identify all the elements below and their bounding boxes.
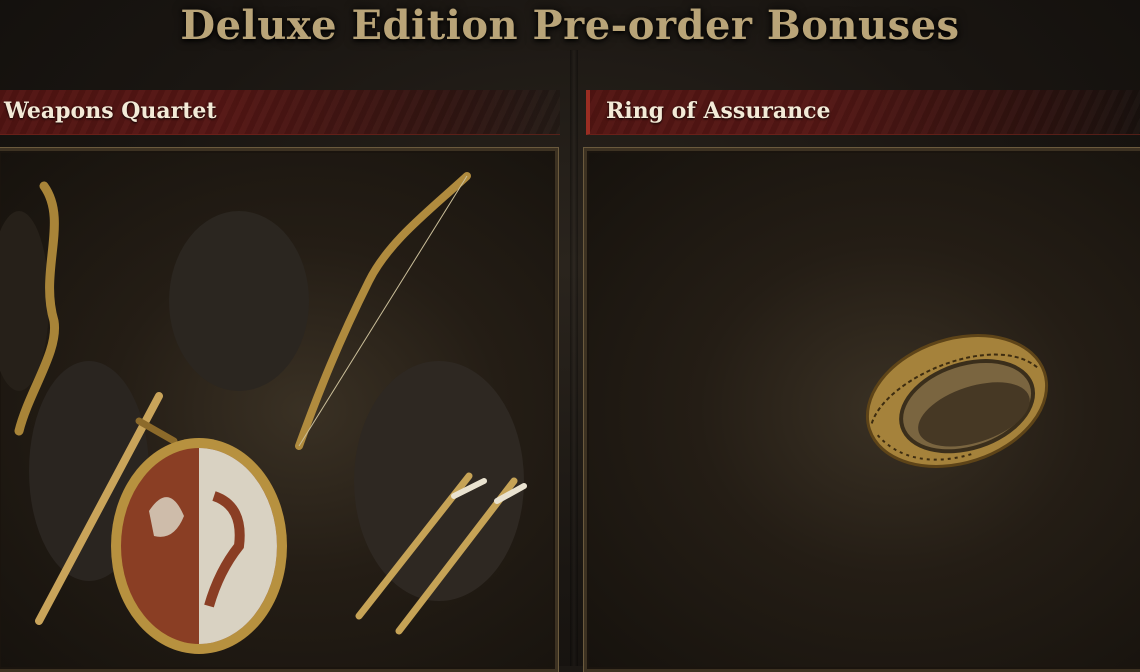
section-banner-ring: Ring of Assurance bbox=[586, 90, 1140, 135]
weapons-illustration bbox=[0, 172, 527, 654]
section-banner-weapons: Weapons Quartet bbox=[0, 90, 560, 135]
ring-of-assurance-image bbox=[584, 148, 1140, 672]
ring-item bbox=[865, 334, 1049, 468]
panel-divider bbox=[570, 50, 578, 666]
shield-weapon bbox=[111, 438, 287, 654]
section-label-weapons: Weapons Quartet bbox=[4, 98, 217, 124]
warrior-figure bbox=[354, 361, 524, 601]
page-title: Deluxe Edition Pre-order Bonuses bbox=[180, 2, 960, 49]
weapons-quartet-image bbox=[0, 148, 558, 672]
archer-figure bbox=[169, 211, 309, 391]
ring-illustration bbox=[865, 334, 1049, 468]
section-label-ring: Ring of Assurance bbox=[606, 98, 831, 124]
